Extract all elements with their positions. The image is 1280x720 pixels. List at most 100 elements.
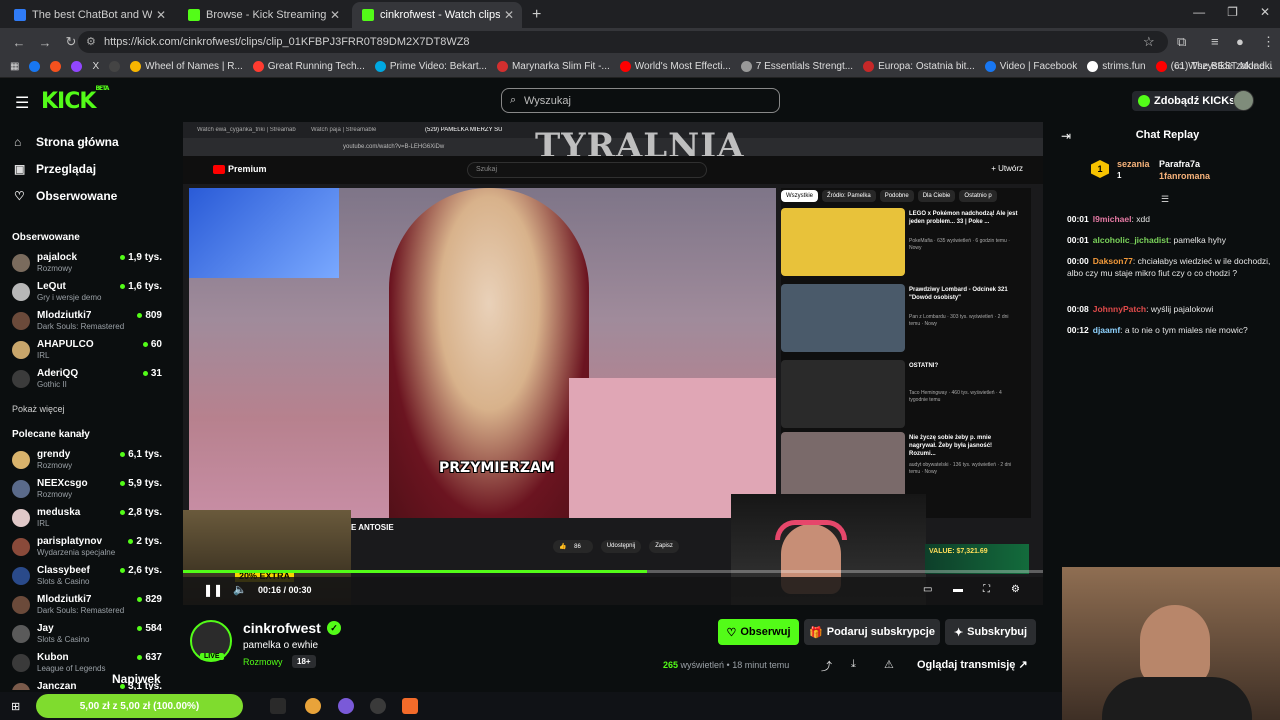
bookmark-item[interactable] bbox=[71, 61, 83, 72]
subscribe-button[interactable]: ✦ Subskrybuj bbox=[945, 619, 1036, 645]
theater-icon[interactable]: ▬ bbox=[953, 584, 963, 595]
browser-tab-chatbot[interactable]: The best ChatBot and Widgets ✕ bbox=[4, 2, 174, 28]
followed-channel[interactable]: AderiQQ Gothic II 31 bbox=[12, 366, 162, 392]
url-input[interactable]: ⚙ https://kick.com/cinkrofwest/clips/cli… bbox=[78, 31, 1168, 53]
app-icon[interactable] bbox=[402, 698, 418, 714]
sidebar-item-following[interactable]: ♡ Obserwowane bbox=[14, 189, 117, 203]
settings-gear-icon[interactable]: ⚙ bbox=[1011, 584, 1020, 595]
all-bookmarks-button[interactable]: ▭ Wszystkie zakładki bbox=[1175, 61, 1272, 72]
show-more-link[interactable]: Pokaż więcej bbox=[12, 404, 65, 414]
gift-subs-button[interactable]: 🎁 Podaruj subskrypcje bbox=[804, 619, 940, 645]
recommended-channel[interactable]: NEEXcsgo Rozmowy 5,9 tys. bbox=[12, 476, 162, 502]
chat-message: 00:12 djaamf: a to nie o tym miales nie m… bbox=[1067, 325, 1248, 335]
followed-channel[interactable]: pajalock Rozmowy 1,9 tys. bbox=[12, 250, 162, 276]
download-icon[interactable]: ⤓ bbox=[851, 658, 856, 671]
chat-message: 00:08 JohnnyPatch: wyślij pajalokowi bbox=[1067, 304, 1214, 314]
channel-name-title[interactable]: cinkrofwest bbox=[243, 620, 321, 636]
category-link[interactable]: Rozmowy bbox=[243, 657, 283, 667]
bookmark-item[interactable]: Great Running Tech... bbox=[252, 61, 365, 72]
new-tab-icon[interactable]: + bbox=[532, 6, 541, 24]
recommended-channel[interactable]: Mlodziutki7 Dark Souls: Remastered 829 bbox=[12, 592, 162, 618]
followed-channel[interactable]: AHAPULCO IRL 60 bbox=[12, 337, 162, 363]
forward-icon[interactable]: → bbox=[38, 35, 52, 50]
volume-icon[interactable]: 🔈 bbox=[233, 583, 247, 596]
gifter-name[interactable]: Parafra7a bbox=[1159, 159, 1200, 169]
sidebar-item-browse[interactable]: ▣ Przeglądaj bbox=[14, 162, 96, 176]
recommended-channel[interactable]: parisplatynov Wydarzenia specjalne 2 tys. bbox=[12, 534, 162, 560]
windows-start-icon[interactable]: ⊞ bbox=[11, 700, 20, 713]
minimize-icon[interactable]: — bbox=[1193, 5, 1205, 19]
bookmark-item[interactable]: Video | Facebook bbox=[984, 61, 1077, 72]
obs-icon[interactable] bbox=[370, 698, 386, 714]
message-username[interactable]: alcoholic_jichadist bbox=[1093, 235, 1169, 245]
message-username[interactable]: djaamf bbox=[1093, 325, 1120, 335]
message-username[interactable]: JohnnyPatch bbox=[1093, 304, 1146, 314]
message-text: xdd bbox=[1136, 214, 1150, 224]
seek-bar[interactable] bbox=[183, 570, 1043, 573]
top-gifter-name[interactable]: sezania bbox=[1117, 159, 1150, 169]
get-kicks-button[interactable]: Zdobądź KICKs bbox=[1132, 91, 1244, 111]
followed-channel[interactable]: Mlodziutki7 Dark Souls: Remastered 809 bbox=[12, 308, 162, 334]
bookmark-item[interactable] bbox=[50, 61, 62, 72]
bookmark-item[interactable]: Wheel of Names | R... bbox=[130, 61, 243, 72]
pause-icon[interactable]: ❚❚ bbox=[203, 583, 223, 597]
close-icon[interactable]: ✕ bbox=[330, 8, 340, 22]
user-avatar[interactable] bbox=[1233, 90, 1254, 111]
reload-icon[interactable]: ↻ bbox=[64, 34, 78, 50]
top-gifters: 1 sezania 1 Parafra7a 1fanromana bbox=[1091, 156, 1271, 188]
pip-icon[interactable]: ▭ bbox=[923, 584, 932, 595]
bookmark-item[interactable]: Europa: Ostatnia bit... bbox=[863, 61, 975, 72]
bookmark-item[interactable]: 7 Essentials Strengt... bbox=[740, 61, 854, 72]
sidebar-item-home[interactable]: ⌂ Strona główna bbox=[14, 135, 119, 149]
close-icon[interactable]: ✕ bbox=[504, 8, 514, 22]
discord-icon[interactable] bbox=[338, 698, 354, 714]
bookmark-item[interactable]: Prime Video: Bekart... bbox=[374, 61, 487, 72]
follow-button[interactable]: ♡ Obserwuj bbox=[718, 619, 799, 645]
chrome-icon[interactable] bbox=[305, 698, 321, 714]
bookmark-item[interactable] bbox=[29, 61, 41, 72]
bookmark-item[interactable]: Marynarka Slim Fit -... bbox=[496, 61, 610, 72]
bookmark-item[interactable]: World's Most Effecti... bbox=[619, 61, 731, 72]
search-input[interactable]: ⌕ Wyszukaj bbox=[501, 88, 780, 113]
close-window-icon[interactable]: ✕ bbox=[1260, 5, 1270, 19]
report-icon[interactable]: ⚠ bbox=[884, 658, 894, 671]
terminal-icon[interactable] bbox=[270, 698, 286, 714]
channel-name: grendy bbox=[37, 449, 71, 460]
bookmark-label: 7 Essentials Strengt... bbox=[755, 61, 854, 72]
bookmark-item[interactable]: X bbox=[92, 61, 99, 72]
watch-stream-button[interactable]: Oglądaj transmisję ↗ bbox=[917, 658, 1028, 671]
media-icon[interactable]: ≡ bbox=[1211, 34, 1219, 49]
back-icon[interactable]: ← bbox=[12, 35, 26, 50]
bookmark-item[interactable] bbox=[109, 61, 121, 72]
clip-title: pamelka o ewhie bbox=[243, 640, 319, 651]
profile-icon[interactable]: ● bbox=[1236, 34, 1244, 49]
close-icon[interactable]: ✕ bbox=[156, 8, 166, 22]
kick-logo[interactable]: KICKBETA bbox=[41, 85, 109, 114]
expand-gifters-icon[interactable]: ☰ bbox=[1161, 194, 1169, 205]
browser-tab-kick-browse[interactable]: Browse - Kick Streaming ✕ bbox=[178, 2, 348, 28]
followed-channel[interactable]: LeQut Gry i wersje demo 1,6 tys. bbox=[12, 279, 162, 305]
site-info-icon[interactable]: ⚙ bbox=[86, 35, 96, 48]
gifter-name[interactable]: 1fanromana bbox=[1159, 171, 1210, 181]
video-player[interactable]: Watch ewa_cyganka_triki | Streamab Watch… bbox=[183, 122, 1043, 605]
share-icon[interactable]: ⤴ bbox=[821, 658, 832, 674]
restore-icon[interactable]: ❐ bbox=[1227, 5, 1238, 19]
extensions-icon[interactable]: ⧉ bbox=[1177, 34, 1186, 50]
recommended-channel[interactable]: Jay Slots & Casino 584 bbox=[12, 621, 162, 647]
viewer-count: 584 bbox=[137, 623, 162, 634]
recommended-channel[interactable]: meduska IRL 2,8 tys. bbox=[12, 505, 162, 531]
recommended-channel[interactable]: grendy Rozmowy 6,1 tys. bbox=[12, 447, 162, 473]
apps-icon[interactable]: ▦ bbox=[10, 61, 19, 72]
message-username[interactable]: Dakson77 bbox=[1093, 256, 1133, 266]
recommended-channel[interactable]: Classybeef Slots & Casino 2,6 tys. bbox=[12, 563, 162, 589]
message-username[interactable]: l9michael bbox=[1093, 214, 1132, 224]
bookmark-item[interactable]: strims.fun bbox=[1087, 61, 1146, 72]
browser-tab-clip[interactable]: cinkrofwest - Watch clips o ✕ bbox=[352, 2, 522, 28]
message-time: 00:00 bbox=[1067, 256, 1089, 266]
message-text: a to nie o tym miales nie mowic? bbox=[1124, 325, 1248, 335]
hamburger-menu-icon[interactable]: ☰ bbox=[15, 93, 29, 113]
fullscreen-icon[interactable]: ⛶ bbox=[983, 584, 990, 595]
chip: Ostatnio p bbox=[959, 190, 997, 202]
menu-icon[interactable]: ⋮ bbox=[1262, 34, 1275, 50]
bookmark-star-icon[interactable]: ☆ bbox=[1143, 34, 1155, 50]
